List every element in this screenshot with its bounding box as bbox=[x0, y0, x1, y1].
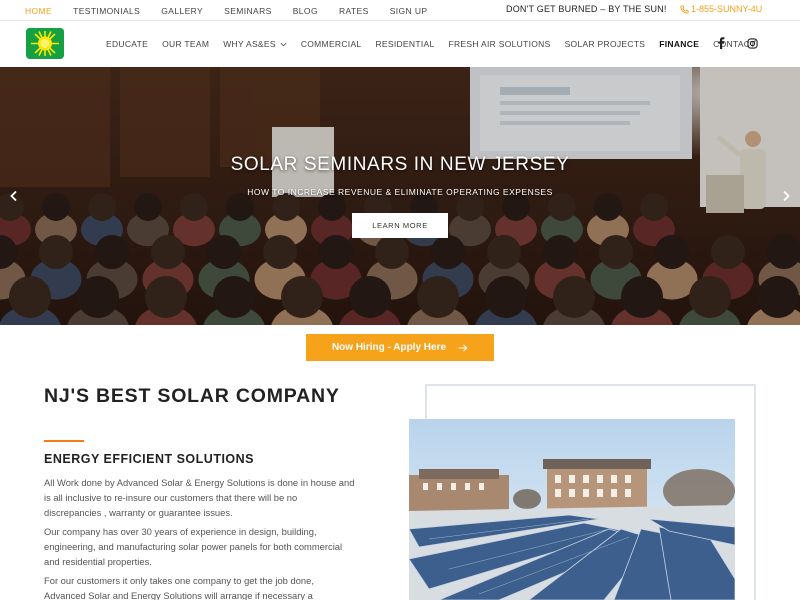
top-nav-rates[interactable]: RATES bbox=[339, 6, 369, 16]
top-nav-sign-up[interactable]: SIGN UP bbox=[390, 6, 428, 16]
chevron-down-icon bbox=[280, 42, 287, 46]
learn-more-button[interactable]: LEARN MORE bbox=[352, 213, 448, 238]
arrow-right-icon bbox=[458, 344, 468, 351]
facebook-icon[interactable] bbox=[714, 36, 728, 50]
now-hiring-label: Now Hiring - Apply Here bbox=[331, 342, 447, 353]
top-nav-blog[interactable]: BLOG bbox=[293, 6, 318, 16]
nav-educate-label: EDUCATE bbox=[106, 39, 149, 49]
nav-our-team-label: OUR TEAM bbox=[162, 39, 210, 49]
phone-number: 1-855-SUNNY-4U bbox=[691, 4, 763, 14]
title-underline bbox=[44, 440, 84, 442]
facebook-glyph bbox=[718, 37, 725, 49]
solar-rooftop-photo bbox=[409, 419, 735, 600]
nav-finance[interactable]: FINANCE bbox=[659, 39, 699, 49]
logo-graphic bbox=[26, 28, 64, 59]
nav-commercial-label: COMMERCIAL bbox=[300, 39, 362, 49]
top-nav-home[interactable]: HOME bbox=[25, 6, 52, 16]
nav-solar-projects[interactable]: SOLAR PROJECTS bbox=[565, 39, 646, 49]
top-nav-gallery[interactable]: GALLERY bbox=[161, 6, 203, 16]
instagram-icon[interactable] bbox=[745, 36, 759, 50]
nav-residential-label: RESIDENTIAL bbox=[375, 39, 435, 49]
now-hiring-button[interactable]: Now Hiring - Apply Here bbox=[306, 334, 494, 361]
nav-educate[interactable]: EDUCATE bbox=[106, 39, 148, 49]
nav-solar-projects-label: SOLAR PROJECTS bbox=[564, 39, 646, 49]
phone-icon bbox=[680, 4, 689, 14]
hero-title: SOLAR SEMINARS IN NEW JERSEY bbox=[230, 154, 570, 175]
slider-next-icon[interactable] bbox=[780, 190, 792, 202]
paragraph-1: All Work done by Advanced Solar & Energy… bbox=[44, 477, 355, 518]
nav-why-ases[interactable]: WHY AS&ES bbox=[223, 39, 287, 49]
hero-subtitle: HOW TO INCREASE REVENUE & ELIMINATE OPER… bbox=[247, 187, 553, 197]
sun-logo-icon[interactable] bbox=[26, 28, 64, 59]
top-bar: HOME TESTIMONIALS GALLERY SEMINARS BLOG … bbox=[0, 0, 800, 21]
instagram-glyph bbox=[746, 37, 758, 49]
solar-panels-image bbox=[409, 419, 735, 600]
section-title: NJ'S BEST SOLAR COMPANY bbox=[44, 385, 340, 407]
top-nav-seminars[interactable]: SEMINARS bbox=[224, 6, 272, 16]
paragraph-3: For our customers it only takes one comp… bbox=[44, 575, 314, 600]
nav-why-ases-label: WHY AS&ES bbox=[223, 39, 276, 49]
nav-finance-label: FINANCE bbox=[659, 39, 700, 49]
tagline: DON'T GET BURNED – BY THE SUN! bbox=[506, 4, 667, 14]
nav-residential[interactable]: RESIDENTIAL bbox=[375, 39, 434, 49]
slider-prev-icon[interactable] bbox=[8, 190, 20, 202]
nav-fresh-air-solutions[interactable]: FRESH AIR SOLUTIONS bbox=[449, 39, 551, 49]
top-nav-testimonials[interactable]: TESTIMONIALS bbox=[73, 6, 140, 16]
section-subtitle: ENERGY EFFICIENT SOLUTIONS bbox=[44, 452, 255, 466]
main-header: EDUCATE OUR TEAM WHY AS&ES COMMERCIAL RE… bbox=[0, 21, 800, 67]
nav-our-team[interactable]: OUR TEAM bbox=[162, 39, 209, 49]
paragraph-2: Our company has over 30 years of experie… bbox=[44, 526, 343, 567]
nav-commercial[interactable]: COMMERCIAL bbox=[301, 39, 362, 49]
phone-link[interactable]: 1-855-SUNNY-4U bbox=[680, 4, 762, 14]
nav-fresh-air-label: FRESH AIR SOLUTIONS bbox=[448, 39, 551, 49]
main-nav: EDUCATE OUR TEAM WHY AS&ES COMMERCIAL RE… bbox=[106, 21, 770, 67]
top-nav: HOME TESTIMONIALS GALLERY SEMINARS BLOG … bbox=[25, 0, 448, 21]
hero-slider: SOLAR SEMINARS IN NEW JERSEY HOW TO INCR… bbox=[0, 67, 800, 325]
